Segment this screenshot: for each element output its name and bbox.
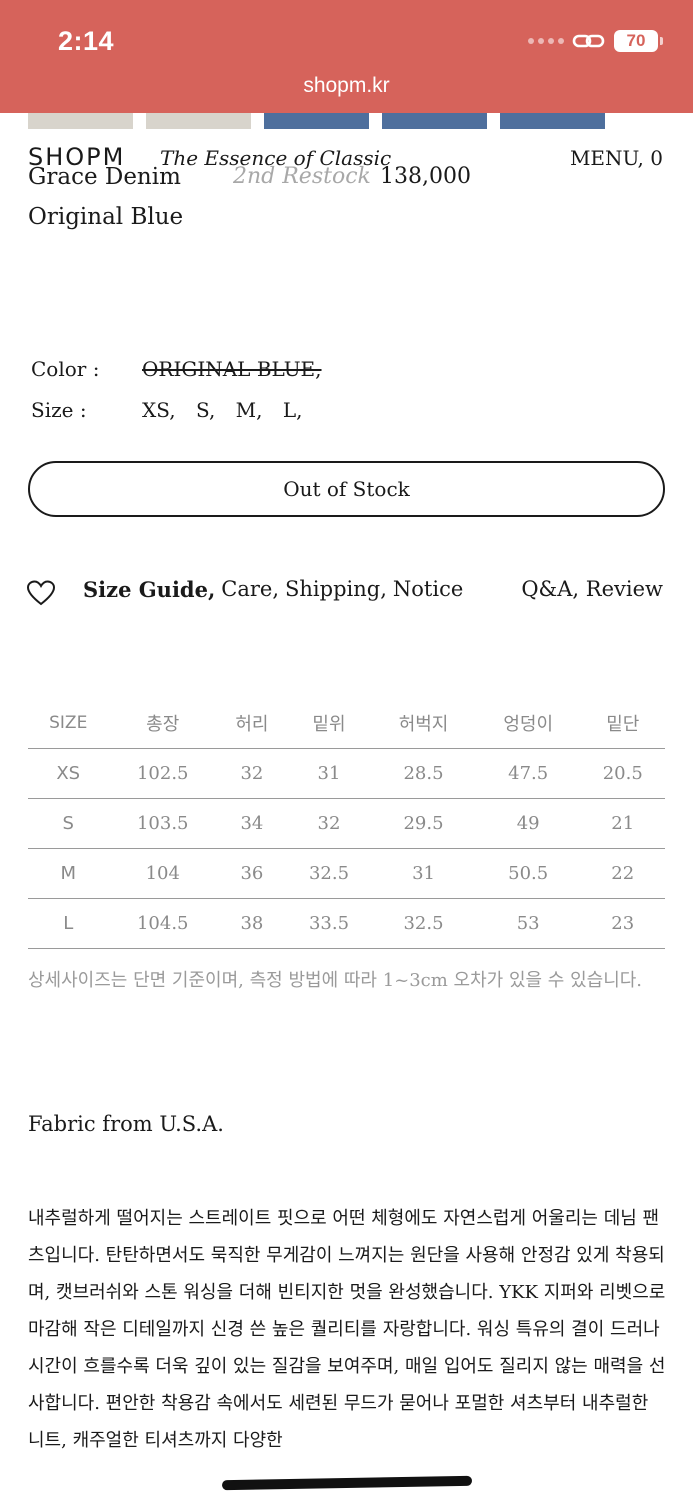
table-cell: 32 (217, 748, 287, 799)
size-table: SIZE 총장 허리 밑위 허벅지 엉덩이 밑단 XS 102.5 32 31 … (28, 698, 665, 949)
table-cell: 21 (580, 798, 665, 849)
url-bar[interactable]: shopm.kr (0, 74, 693, 98)
table-row: XS 102.5 32 31 28.5 47.5 20.5 (28, 748, 665, 799)
table-cell: 104 (108, 848, 218, 899)
battery-cap (660, 37, 663, 45)
size-options: XS, S, M, L, (142, 398, 317, 422)
table-cell: 104.5 (108, 898, 218, 949)
table-header-cell: 허리 (217, 698, 287, 749)
tab-qa-review[interactable]: Q&A, Review (521, 577, 663, 601)
browser-top-bar: 2:14 70 shopm.kr (0, 0, 693, 113)
color-label: Color : (31, 357, 100, 381)
size-label: Size : (31, 398, 87, 422)
table-cell: 28.5 (371, 748, 476, 799)
color-option[interactable]: ORIGINAL BLUE, (142, 357, 322, 381)
table-cell: 33.5 (286, 898, 372, 949)
product-thumbnail[interactable] (146, 113, 251, 129)
table-cell: 38 (217, 898, 287, 949)
product-price: 138,000 (380, 164, 471, 189)
tab-notice[interactable]: Notice (393, 577, 463, 602)
table-cell: 22 (580, 848, 665, 899)
product-thumbnail[interactable] (382, 113, 487, 129)
product-variant: Original Blue (28, 204, 184, 230)
fabric-origin: Fabric from U.S.A. (28, 1112, 224, 1136)
table-cell: 32.5 (371, 898, 476, 949)
table-cell: 23 (580, 898, 665, 949)
table-cell: 32 (286, 798, 372, 849)
size-option-xs[interactable]: XS, (142, 398, 176, 422)
size-note: 상세사이즈는 단면 기준이며, 측정 방법에 따라 1~3cm 오차가 있을 수… (28, 970, 643, 991)
restock-label: 2nd Restock (233, 164, 371, 189)
product-thumbnail[interactable] (500, 113, 605, 129)
table-cell: XS (28, 748, 109, 799)
table-cell: 34 (217, 798, 287, 849)
table-cell: 49 (475, 798, 581, 849)
table-header-cell: 밑단 (580, 698, 665, 749)
table-cell: 53 (475, 898, 581, 949)
product-thumbnail[interactable] (28, 113, 133, 129)
table-row: M 104 36 32.5 31 50.5 22 (28, 848, 665, 899)
table-header-cell: 엉덩이 (475, 698, 581, 749)
product-name: Grace Denim (28, 164, 181, 190)
table-header-cell: 총장 (108, 698, 218, 749)
table-cell: 29.5 (371, 798, 476, 849)
table-cell: 103.5 (108, 798, 218, 849)
table-row: L 104.5 38 33.5 32.5 53 23 (28, 898, 665, 949)
table-cell: 50.5 (475, 848, 581, 899)
redaction-mark (221, 1475, 473, 1491)
link-icon (572, 34, 605, 48)
signal-icon (528, 38, 564, 44)
battery-icon: 70 (614, 30, 658, 52)
table-cell: 36 (217, 848, 287, 899)
table-cell: M (28, 848, 109, 899)
table-cell: S (28, 798, 109, 849)
table-header-row: SIZE 총장 허리 밑위 허벅지 엉덩이 밑단 (28, 698, 665, 749)
product-thumbnail[interactable] (264, 113, 369, 129)
table-cell: 47.5 (475, 748, 581, 799)
size-option-l[interactable]: L, (283, 398, 303, 422)
table-header-cell: 밑위 (286, 698, 372, 749)
out-of-stock-button[interactable]: Out of Stock (28, 461, 665, 517)
table-cell: 31 (286, 748, 372, 799)
size-option-s[interactable]: S, (196, 398, 215, 422)
info-tabs: Size Guide, Care, Shipping, Notice (83, 577, 463, 602)
table-cell: L (28, 898, 109, 949)
table-row: S 103.5 34 32 29.5 49 21 (28, 798, 665, 849)
menu-button[interactable]: MENU, 0 (570, 146, 663, 170)
size-option-m[interactable]: M, (236, 398, 263, 422)
table-cell: 102.5 (108, 748, 218, 799)
tab-shipping[interactable]: Shipping, (285, 577, 387, 602)
product-description: 내추럴하게 떨어지는 스트레이트 핏으로 어떤 체형에도 자연스럽게 어울리는 … (28, 1208, 666, 1451)
tab-size-guide[interactable]: Size Guide, (83, 577, 215, 602)
table-cell: 31 (371, 848, 476, 899)
status-indicators: 70 (528, 30, 663, 52)
table-header-cell: SIZE (28, 698, 109, 749)
table-header-cell: 허벅지 (371, 698, 476, 749)
heart-icon[interactable] (26, 579, 56, 607)
table-cell: 32.5 (286, 848, 372, 899)
status-time: 2:14 (58, 26, 115, 56)
table-cell: 20.5 (580, 748, 665, 799)
tab-care[interactable]: Care, (221, 577, 279, 602)
